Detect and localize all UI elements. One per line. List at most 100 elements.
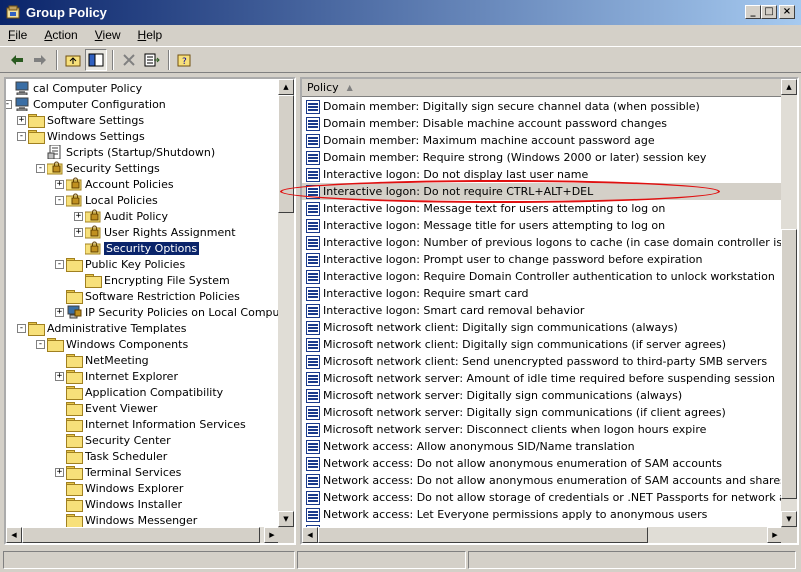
delete-icon[interactable] — [118, 49, 140, 71]
tree-node-security-center[interactable]: Security Center — [66, 432, 171, 448]
collapse-icon[interactable]: - — [36, 164, 45, 173]
tree-node-internet-explorer[interactable]: Internet Explorer — [66, 368, 178, 384]
scroll-left-button[interactable]: ◀ — [6, 527, 22, 543]
tree-node-application-compatibility[interactable]: Application Compatibility — [66, 384, 223, 400]
policy-row[interactable]: Microsoft network server: Digitally sign… — [302, 387, 783, 404]
tree-node-security-options[interactable]: Security Options — [84, 240, 200, 256]
policy-row[interactable]: Interactive logon: Message text for user… — [302, 200, 783, 217]
tree-node-windows-explorer[interactable]: Windows Explorer — [66, 480, 183, 496]
policy-row[interactable]: Network access: Allow anonymous SID/Name… — [302, 438, 783, 455]
scroll-thumb[interactable] — [278, 95, 294, 213]
tree-node-public-key-policies[interactable]: Public Key Policies — [66, 256, 185, 272]
collapse-icon[interactable]: - — [17, 324, 26, 333]
policy-column-header[interactable]: Policy ▲ — [302, 79, 783, 97]
tree-node-windows-installer[interactable]: Windows Installer — [66, 496, 182, 512]
tree-node-computer-configuration[interactable]: Computer Configuration — [14, 96, 166, 112]
policy-row[interactable]: Domain member: Digitally sign secure cha… — [302, 98, 783, 115]
policy-row[interactable]: Interactive logon: Do not require CTRL+A… — [302, 183, 783, 200]
close-button[interactable]: × — [779, 5, 795, 19]
tree-node-windows-settings[interactable]: Windows Settings — [28, 128, 145, 144]
tree-node-security-settings[interactable]: Security Settings — [46, 160, 160, 176]
tree-node-software-settings[interactable]: Software Settings — [28, 112, 144, 128]
tree-node-user-rights-assignment[interactable]: User Rights Assignment — [84, 224, 236, 240]
tree-node-software-restriction-policies[interactable]: Software Restriction Policies — [66, 288, 240, 304]
forward-icon[interactable] — [29, 49, 51, 71]
collapse-icon[interactable]: - — [6, 100, 12, 109]
up-folder-icon[interactable] — [62, 49, 84, 71]
tree-node-netmeeting[interactable]: NetMeeting — [66, 352, 149, 368]
policy-row[interactable]: Interactive logon: Smart card removal be… — [302, 302, 783, 319]
tree-node-task-scheduler[interactable]: Task Scheduler — [66, 448, 167, 464]
tree-node-windows-components[interactable]: Windows Components — [47, 336, 188, 352]
folder-icon — [47, 337, 64, 352]
tree-horizontal-scrollbar[interactable]: ◀ ▶ — [6, 527, 280, 543]
back-icon[interactable] — [6, 49, 28, 71]
menu-view[interactable]: View — [93, 28, 123, 42]
tree-node-local-policies[interactable]: Local Policies — [65, 192, 158, 208]
policy-row[interactable]: Network access: Let Everyone permissions… — [302, 506, 783, 523]
policy-row[interactable]: Domain member: Require strong (Windows 2… — [302, 149, 783, 166]
scroll-up-button[interactable]: ▲ — [781, 79, 797, 95]
title-bar[interactable]: Group Policy _ □ × — [0, 0, 801, 25]
collapse-icon[interactable]: - — [17, 132, 26, 141]
tree-node-windows-messenger[interactable]: Windows Messenger — [66, 512, 197, 527]
policy-row[interactable]: Interactive logon: Require Domain Contro… — [302, 268, 783, 285]
tree-node-account-policies[interactable]: Account Policies — [65, 176, 174, 192]
menu-file[interactable]: File — [6, 28, 29, 42]
tree-node-encrypting-file-system[interactable]: Encrypting File System — [85, 272, 230, 288]
menu-action[interactable]: Action — [42, 28, 79, 42]
tree-node-cal-computer-policy[interactable]: cal Computer Policy — [14, 80, 142, 96]
policy-row[interactable]: Interactive logon: Do not display last u… — [302, 166, 783, 183]
policy-row[interactable]: Microsoft network server: Disconnect cli… — [302, 421, 783, 438]
menu-help[interactable]: Help — [136, 28, 165, 42]
policy-setting-icon — [306, 439, 320, 454]
expand-icon[interactable]: + — [74, 212, 83, 221]
tree-node-audit-policy[interactable]: Audit Policy — [84, 208, 168, 224]
policy-row[interactable]: Microsoft network server: Digitally sign… — [302, 404, 783, 421]
policy-row[interactable]: Network access: Do not allow anonymous e… — [302, 472, 783, 489]
policy-row[interactable]: Microsoft network client: Digitally sign… — [302, 319, 783, 336]
policy-row[interactable]: Network access: Do not allow anonymous e… — [302, 455, 783, 472]
policy-row[interactable]: Interactive logon: Require smart card — [302, 285, 783, 302]
tree-node-internet-information-services[interactable]: Internet Information Services — [66, 416, 246, 432]
tree-node-scripts-startup-shutdown[interactable]: Scripts (Startup/Shutdown) — [47, 144, 215, 160]
policy-row[interactable]: Microsoft network server: Amount of idle… — [302, 370, 783, 387]
policy-row[interactable]: Interactive logon: Prompt user to change… — [302, 251, 783, 268]
export-list-icon[interactable] — [141, 49, 163, 71]
collapse-icon[interactable]: - — [55, 260, 64, 269]
policy-row[interactable]: Interactive logon: Number of previous lo… — [302, 234, 783, 251]
expand-icon[interactable]: + — [55, 372, 64, 381]
list-horizontal-scrollbar[interactable]: ◀ ▶ — [302, 527, 783, 543]
help-icon[interactable]: ? — [174, 49, 196, 71]
tree-node-administrative-templates[interactable]: Administrative Templates — [28, 320, 187, 336]
tree-node-event-viewer[interactable]: Event Viewer — [66, 400, 157, 416]
show-hide-tree-icon[interactable] — [85, 48, 107, 71]
maximize-button[interactable]: □ — [761, 5, 777, 19]
scroll-thumb[interactable] — [22, 527, 260, 543]
list-vertical-scrollbar[interactable]: ▲ ▼ — [781, 79, 797, 527]
policy-row[interactable]: Interactive logon: Message title for use… — [302, 217, 783, 234]
collapse-icon[interactable]: - — [55, 196, 64, 205]
tree-vertical-scrollbar[interactable]: ▲ ▼ — [278, 79, 294, 527]
policy-row[interactable]: Microsoft network client: Send unencrypt… — [302, 353, 783, 370]
expand-icon[interactable]: + — [74, 228, 83, 237]
policy-name: Interactive logon: Message title for use… — [323, 219, 666, 232]
collapse-icon[interactable]: - — [36, 340, 45, 349]
minimize-button[interactable]: _ — [745, 5, 761, 19]
policy-row[interactable]: Network access: Do not allow storage of … — [302, 489, 783, 506]
expand-icon[interactable]: + — [55, 308, 64, 317]
policy-row[interactable]: Microsoft network client: Digitally sign… — [302, 336, 783, 353]
expand-icon[interactable]: + — [55, 180, 64, 189]
policy-row[interactable]: Domain member: Maximum machine account p… — [302, 132, 783, 149]
scroll-up-button[interactable]: ▲ — [278, 79, 294, 95]
scroll-thumb[interactable] — [781, 229, 797, 499]
expand-icon[interactable]: + — [55, 468, 64, 477]
scroll-thumb[interactable] — [318, 527, 648, 543]
scroll-left-button[interactable]: ◀ — [302, 527, 318, 543]
policy-row[interactable]: Domain member: Disable machine account p… — [302, 115, 783, 132]
expand-icon[interactable]: + — [17, 116, 26, 125]
scroll-down-button[interactable]: ▼ — [781, 511, 797, 527]
tree-node-terminal-services[interactable]: Terminal Services — [66, 464, 181, 480]
tree-node-ip-security-policies-on-local-computer[interactable]: IP Security Policies on Local Computer — [66, 304, 280, 320]
scroll-down-button[interactable]: ▼ — [278, 511, 294, 527]
